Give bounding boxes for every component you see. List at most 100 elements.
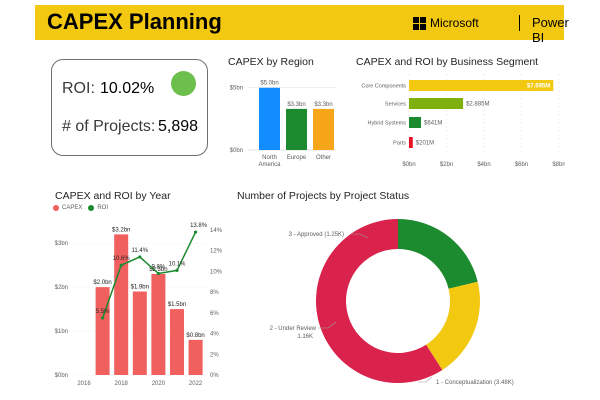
region-bar <box>286 108 307 150</box>
year-capex-label: $1.9bn <box>131 285 149 291</box>
segment-x-tick: $4bn <box>477 162 490 168</box>
legend-label-roi: ROI <box>97 205 109 211</box>
year-x-tick: 2022 <box>189 381 203 387</box>
segment-y-tick: Core Components <box>361 84 406 90</box>
year-y-right-tick: 14% <box>210 228 223 234</box>
segment-bar <box>409 137 413 148</box>
segment-x-tick: $2bn <box>440 162 453 168</box>
segment-bar <box>409 98 464 109</box>
legend-swatch-roi <box>88 205 95 211</box>
region-y-tick: $0bn <box>230 148 243 154</box>
region-bar <box>313 108 334 150</box>
page-title: CAPEX Planning <box>47 9 222 34</box>
segment-bar-label: $201M <box>416 141 434 147</box>
region-bar-label: $3.3bn <box>314 102 332 108</box>
year-y-right-tick: 4% <box>210 332 219 338</box>
segment-bar-label: $641M <box>424 121 442 127</box>
year-roi-point <box>119 263 123 267</box>
year-roi-point <box>138 255 142 259</box>
year-y-left-tick: $0bn <box>55 373 68 379</box>
status-slice-label: 3 - Approved (1.25K) <box>289 232 344 238</box>
legend-item-roi[interactable]: ROI <box>88 205 108 211</box>
year-roi-label: 10.1% <box>168 261 186 267</box>
year-capex-bar <box>95 287 110 375</box>
year-capex-bar <box>170 309 184 375</box>
year-x-tick: 2018 <box>115 381 129 387</box>
region-chart[interactable]: $5bn $0bn $5.0bn NorthAmerica $3.3bn Europe $3… <box>226 72 338 172</box>
year-chart[interactable]: $3bn $2bn $1bn $0bn 14% 12% 10% 8% 6% 4% 2% 0% 2016 2… <box>48 212 230 392</box>
year-x-tick: 2020 <box>152 381 166 387</box>
year-y-right-tick: 12% <box>210 249 223 255</box>
region-x-tick: America <box>258 162 281 168</box>
roi-value: 10.02% <box>100 80 155 97</box>
year-roi-label: 5.5% <box>96 309 110 315</box>
roi-status-indicator <box>171 71 196 96</box>
status-slice-sublabel: 1.16K <box>297 334 313 340</box>
year-capex-label: $1.5bn <box>168 302 186 308</box>
year-capex-label: $3.2bn <box>112 227 130 233</box>
segment-x-tick: $8bn <box>552 162 565 168</box>
region-x-tick: North <box>262 155 277 161</box>
segment-y-tick: Services <box>385 102 406 108</box>
kpi-card[interactable]: ROI: 10.02% # of Projects: 5,898 <box>51 59 208 156</box>
year-x-tick: 2016 <box>77 381 91 387</box>
segment-x-tick: $6bn <box>515 162 528 168</box>
segment-y-tick: Parts <box>393 141 406 147</box>
year-roi-point <box>175 268 179 272</box>
year-capex-label: $2.0bn <box>93 280 111 286</box>
powerbi-label: Power BI <box>532 15 569 45</box>
year-capex-bar <box>188 339 203 375</box>
segment-chart[interactable]: $0bn $2bn $4bn $6bn $8bn Core Components $7.69… <box>350 72 565 176</box>
year-roi-label: 10.6% <box>113 256 131 262</box>
year-roi-point <box>156 271 160 276</box>
status-donut-slice <box>426 281 480 371</box>
status-slice-label: 1 - Conceptualization (3.48K) <box>436 380 514 386</box>
segment-bar-label: $2.885M <box>466 102 489 108</box>
year-capex-label: $0.8bn <box>186 333 204 339</box>
year-y-right-tick: 2% <box>210 352 219 358</box>
microsoft-brand: Microsoft <box>413 16 479 30</box>
year-roi-point <box>194 230 198 234</box>
year-y-right-tick: 10% <box>210 269 223 275</box>
region-chart-title: CAPEX by Region <box>228 56 314 68</box>
header-divider <box>519 15 520 31</box>
year-capex-bar <box>151 273 166 375</box>
legend-item-capex[interactable]: CAPEX <box>53 205 82 211</box>
year-y-right-tick: 8% <box>210 290 219 296</box>
year-y-left-tick: $2bn <box>55 285 68 291</box>
microsoft-label: Microsoft <box>430 16 479 30</box>
status-donut-slice <box>398 219 478 289</box>
roi-label: ROI: <box>62 80 95 97</box>
region-x-tick: Other <box>316 155 331 161</box>
legend-swatch-capex <box>53 205 59 211</box>
year-y-right-tick: 6% <box>210 311 219 317</box>
region-bar-label: $3.3bn <box>287 102 305 108</box>
header-banner: CAPEX Planning Microsoft Power BI <box>35 5 569 45</box>
projects-label: # of Projects: <box>62 118 156 135</box>
segment-y-tick: Hybrid Systems <box>367 121 406 127</box>
year-roi-label: 11.4% <box>132 248 149 254</box>
year-chart-legend: CAPEX ROI <box>53 205 114 211</box>
status-chart[interactable]: 3 - Approved (1.25K) 2 - Under Review 1.16… <box>240 210 580 396</box>
microsoft-logo-icon <box>413 16 426 30</box>
region-bar-label: $5.0bn <box>260 81 278 87</box>
region-bar <box>259 87 280 150</box>
year-roi-label: 9.8% <box>152 265 166 271</box>
year-roi-point <box>101 316 105 320</box>
year-chart-title: CAPEX and ROI by Year <box>55 190 171 202</box>
year-y-right-tick: 0% <box>210 373 219 379</box>
projects-value: 5,898 <box>158 118 199 135</box>
segment-bar-label: $7.695M <box>527 84 550 90</box>
segment-bar <box>409 117 422 128</box>
legend-label-capex: CAPEX <box>62 205 83 211</box>
region-y-tick: $5bn <box>230 86 243 92</box>
year-y-left-tick: $3bn <box>55 241 68 247</box>
segment-x-tick: $0bn <box>402 162 415 168</box>
status-slice-label: 2 - Under Review <box>270 326 317 332</box>
year-capex-bar <box>132 291 147 375</box>
status-chart-title: Number of Projects by Project Status <box>237 190 410 202</box>
segment-chart-title: CAPEX and ROI by Business Segment <box>356 56 539 68</box>
year-y-left-tick: $1bn <box>55 329 68 335</box>
region-x-tick: Europe <box>287 155 307 161</box>
year-roi-label: 13.8% <box>190 223 208 229</box>
